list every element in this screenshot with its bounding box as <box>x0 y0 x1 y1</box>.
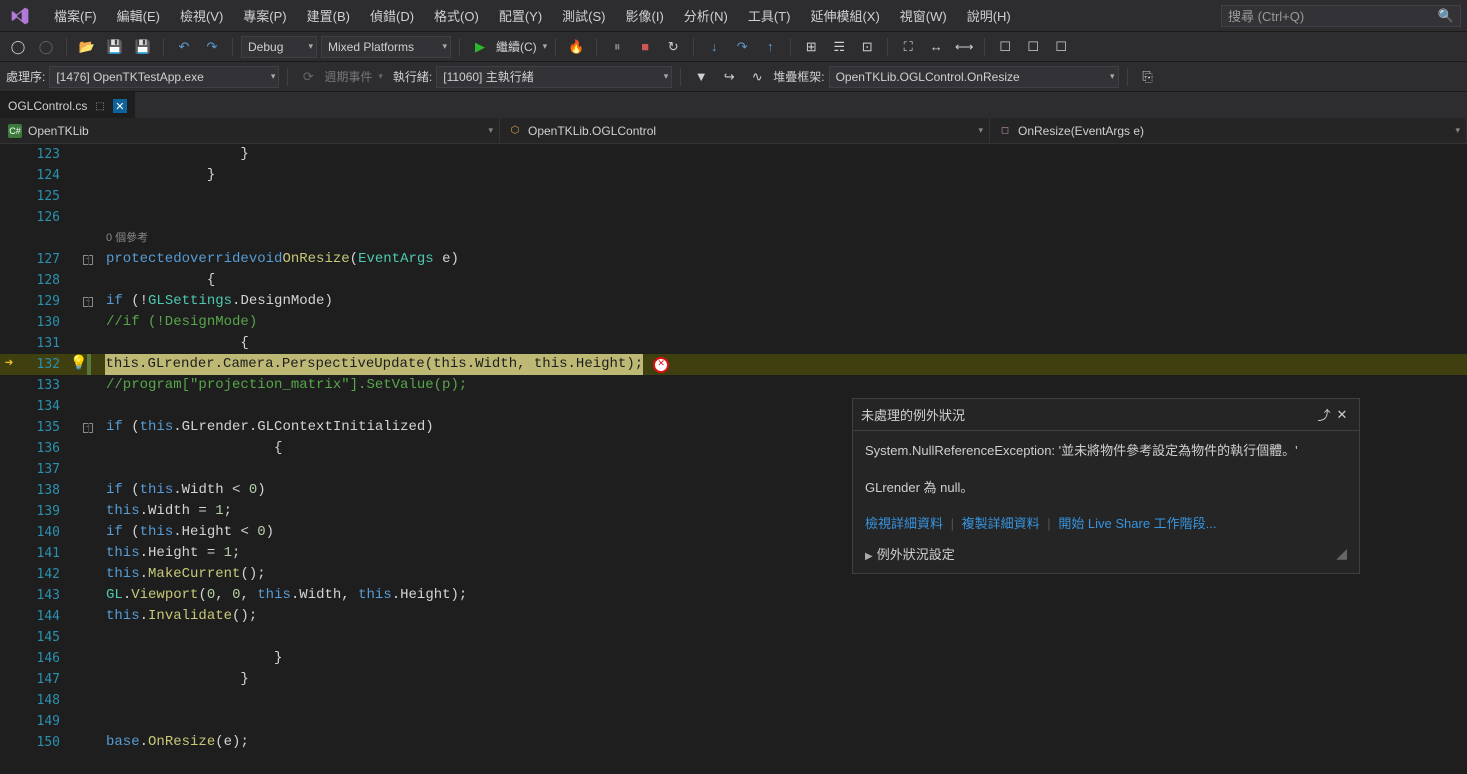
menu-build[interactable]: 建置(B) <box>297 2 360 29</box>
exception-header: 未處理的例外狀況 ⤴ ✕ <box>853 399 1359 431</box>
document-tabs: OGLControl.cs ⬚ ✕ <box>0 92 1467 118</box>
tool-8-button[interactable]: ☐ <box>1021 35 1045 59</box>
exception-line: this.GLrender.Camera.PerspectiveUpdate(t… <box>105 354 643 375</box>
resize-grip-icon[interactable]: ◢ <box>1336 545 1347 562</box>
tool-6-button[interactable]: ⟷ <box>952 35 976 59</box>
vs-logo-icon <box>6 2 34 30</box>
debug-tool-1[interactable]: ▼ <box>689 65 713 89</box>
tool-1-button[interactable]: ⊞ <box>799 35 823 59</box>
menu-extensions[interactable]: 延伸模組(X) <box>800 2 889 29</box>
close-icon[interactable]: ✕ <box>113 99 127 113</box>
menu-window[interactable]: 視窗(W) <box>890 2 957 29</box>
config-dropdown[interactable]: Debug <box>241 36 317 58</box>
save-all-button[interactable]: 💾 <box>131 35 155 59</box>
hot-reload-button[interactable]: 🔥 <box>564 35 588 59</box>
debug-tool-4[interactable]: ⎘ <box>1136 65 1160 89</box>
nav-project[interactable]: C# OpenTKLib <box>0 118 500 143</box>
menu-help[interactable]: 說明(H) <box>957 2 1021 29</box>
csharp-project-icon: C# <box>8 124 22 138</box>
toolbar-debug: 處理序: [1476] OpenTKTestApp.exe ⟳ 週期事件 ▾ 執… <box>0 62 1467 92</box>
toolbar-main: ◯ ◯ 📂 💾 💾 ↶ ↷ Debug Mixed Platforms ▶ 繼續… <box>0 32 1467 62</box>
search-icon: 🔍 <box>1438 8 1454 24</box>
error-icon[interactable]: ✕ <box>653 357 669 373</box>
step-out-button[interactable]: ↑ <box>758 35 782 59</box>
step-over-button[interactable]: ↷ <box>730 35 754 59</box>
pin-icon[interactable]: ⬚ <box>95 101 104 112</box>
tool-4-button[interactable]: ⛶ <box>896 35 920 59</box>
menu-test[interactable]: 測試(S) <box>552 2 615 29</box>
tool-2-button[interactable]: ☴ <box>827 35 851 59</box>
exception-detail: GLrender 為 null。 <box>865 478 1347 499</box>
exception-popup: 未處理的例外狀況 ⤴ ✕ System.NullReferenceExcepti… <box>852 398 1360 574</box>
copy-details-link[interactable]: 複製詳細資料 <box>962 516 1040 531</box>
exception-links: 檢視詳細資料 | 複製詳細資料 | 開始 Live Share 工作階段... <box>853 509 1359 538</box>
process-dropdown[interactable]: [1476] OpenTKTestApp.exe <box>49 66 279 88</box>
codelens-reference[interactable]: 0 個參考 <box>106 228 148 249</box>
method-icon: ◻ <box>998 124 1012 138</box>
open-file-button[interactable]: 📂 <box>75 35 99 59</box>
save-button[interactable]: 💾 <box>103 35 127 59</box>
menu-file[interactable]: 檔案(F) <box>44 2 107 29</box>
nav-class[interactable]: ⬡ OpenTKLib.OGLControl <box>500 118 990 143</box>
exception-title: 未處理的例外狀況 <box>861 405 1315 424</box>
stackframe-dropdown[interactable]: OpenTKLib.OGLControl.OnResize <box>829 66 1119 88</box>
nav-fwd-button[interactable]: ◯ <box>34 35 58 59</box>
menu-analyze[interactable]: 分析(N) <box>674 2 738 29</box>
nav-back-button[interactable]: ◯ <box>6 35 30 59</box>
nav-bar: C# OpenTKLib ⬡ OpenTKLib.OGLControl ◻ On… <box>0 118 1467 144</box>
redo-button[interactable]: ↷ <box>200 35 224 59</box>
stop-button[interactable]: ■ <box>633 35 657 59</box>
menu-view[interactable]: 檢視(V) <box>170 2 233 29</box>
close-icon[interactable]: ✕ <box>1333 406 1351 424</box>
thread-dropdown[interactable]: [11060] 主執行緒 <box>436 66 672 88</box>
step-into-button[interactable]: ↓ <box>702 35 726 59</box>
process-label: 處理序: <box>6 68 45 85</box>
exception-settings-toggle[interactable]: ▶例外狀況設定 <box>865 544 955 563</box>
view-details-link[interactable]: 檢視詳細資料 <box>865 516 943 531</box>
nav-member[interactable]: ◻ OnResize(EventArgs e) <box>990 118 1467 143</box>
debug-tool-2[interactable]: ↪ <box>717 65 741 89</box>
menu-debug[interactable]: 偵錯(D) <box>360 2 424 29</box>
thread-label: 執行緒: <box>393 68 432 85</box>
menu-bar: 檔案(F) 編輯(E) 檢視(V) 專案(P) 建置(B) 偵錯(D) 格式(O… <box>0 0 1467 32</box>
debug-tool-3[interactable]: ∿ <box>745 65 769 89</box>
menu-project[interactable]: 專案(P) <box>233 2 296 29</box>
menu-config[interactable]: 配置(Y) <box>489 2 552 29</box>
tool-5-button[interactable]: ↔ <box>924 35 948 59</box>
menu-edit[interactable]: 編輯(E) <box>107 2 170 29</box>
exception-message: System.NullReferenceException: '並未將物件參考設… <box>865 441 1347 462</box>
menu-tools[interactable]: 工具(T) <box>738 2 801 29</box>
undo-button[interactable]: ↶ <box>172 35 196 59</box>
tool-7-button[interactable]: ☐ <box>993 35 1017 59</box>
liveshare-link[interactable]: 開始 Live Share 工作階段... <box>1058 516 1216 531</box>
lightbulb-icon[interactable]: 💡 <box>70 354 87 375</box>
lifecycle-icon[interactable]: ⟳ <box>296 65 320 89</box>
current-line-arrow-icon: ➜ <box>5 354 13 375</box>
search-input[interactable]: 搜尋 (Ctrl+Q) 🔍 <box>1221 5 1461 27</box>
class-icon: ⬡ <box>508 124 522 138</box>
doc-tab-oglcontrol[interactable]: OGLControl.cs ⬚ ✕ <box>0 92 135 118</box>
search-placeholder: 搜尋 (Ctrl+Q) <box>1228 6 1304 25</box>
menu-format[interactable]: 格式(O) <box>424 2 489 29</box>
tool-9-button[interactable]: ☐ <box>1049 35 1073 59</box>
tab-title: OGLControl.cs <box>8 99 87 113</box>
continue-label: 繼續(C) <box>496 38 537 55</box>
break-all-button[interactable]: ⏸ <box>605 35 629 59</box>
lifecycle-label: 週期事件 <box>324 68 372 85</box>
stackframe-label: 堆疊框架: <box>773 68 824 85</box>
platform-dropdown[interactable]: Mixed Platforms <box>321 36 451 58</box>
restart-button[interactable]: ↻ <box>661 35 685 59</box>
pin-icon[interactable]: ⤴ <box>1315 406 1333 424</box>
menu-image[interactable]: 影像(I) <box>616 2 674 29</box>
continue-button[interactable]: ▶ <box>468 35 492 59</box>
tool-3-button[interactable]: ⊡ <box>855 35 879 59</box>
